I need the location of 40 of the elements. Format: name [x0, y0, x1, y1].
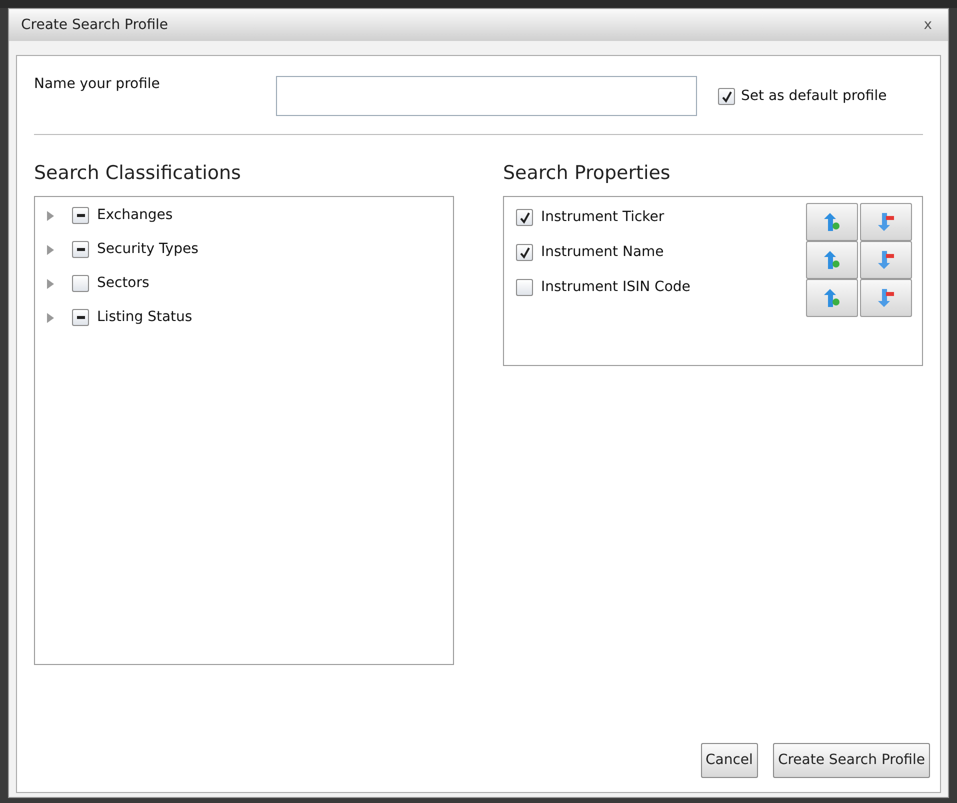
checkbox[interactable] [516, 209, 533, 226]
tree-item-label[interactable]: Security Types [97, 239, 198, 260]
arrow-up-plus-icon [824, 213, 840, 231]
arrow-up-plus-icon [824, 251, 840, 269]
checkbox-label: Set as default profile [741, 87, 887, 106]
profile-name-field[interactable] [276, 76, 697, 116]
tree-item-label[interactable]: Listing Status [97, 307, 192, 328]
section-heading: Search Properties [503, 161, 672, 186]
close-button[interactable]: x [920, 14, 936, 36]
checkbox[interactable] [72, 275, 89, 292]
arrow-up-plus-icon [824, 289, 840, 307]
window-title: Create Search Profile [21, 16, 168, 34]
expand-icon[interactable] [47, 312, 56, 322]
move-up-button[interactable] [806, 241, 858, 279]
checkbox-label: Instrument ISIN Code [541, 278, 690, 297]
move-up-button[interactable] [806, 203, 858, 241]
move-up-button[interactable] [806, 279, 858, 317]
checkbox-label: Instrument Name [541, 243, 664, 262]
move-down-button[interactable] [860, 203, 912, 241]
checkbox[interactable] [72, 309, 89, 326]
expand-icon[interactable] [47, 210, 56, 220]
tree-item-label[interactable]: Sectors [97, 273, 150, 294]
field-label: Name your profile [34, 75, 161, 94]
checkbox[interactable] [718, 88, 735, 105]
arrow-down-minus-icon [878, 289, 894, 307]
checkbox[interactable] [516, 244, 533, 261]
expand-icon[interactable] [47, 278, 56, 288]
move-down-button[interactable] [860, 279, 912, 317]
expand-icon[interactable] [47, 244, 56, 254]
checkbox-label: Instrument Ticker [541, 208, 664, 227]
checkbox[interactable] [72, 207, 89, 224]
arrow-down-minus-icon [878, 213, 894, 231]
dialog-button[interactable]: Cancel [700, 743, 758, 778]
dialog-button[interactable]: Create Search Profile [772, 743, 930, 778]
checkbox[interactable] [516, 279, 533, 296]
section-heading: Search Classifications [34, 161, 242, 186]
move-down-button[interactable] [860, 241, 912, 279]
tree-item-label[interactable]: Exchanges [97, 205, 173, 226]
checkbox[interactable] [72, 241, 89, 258]
arrow-down-minus-icon [878, 251, 894, 269]
